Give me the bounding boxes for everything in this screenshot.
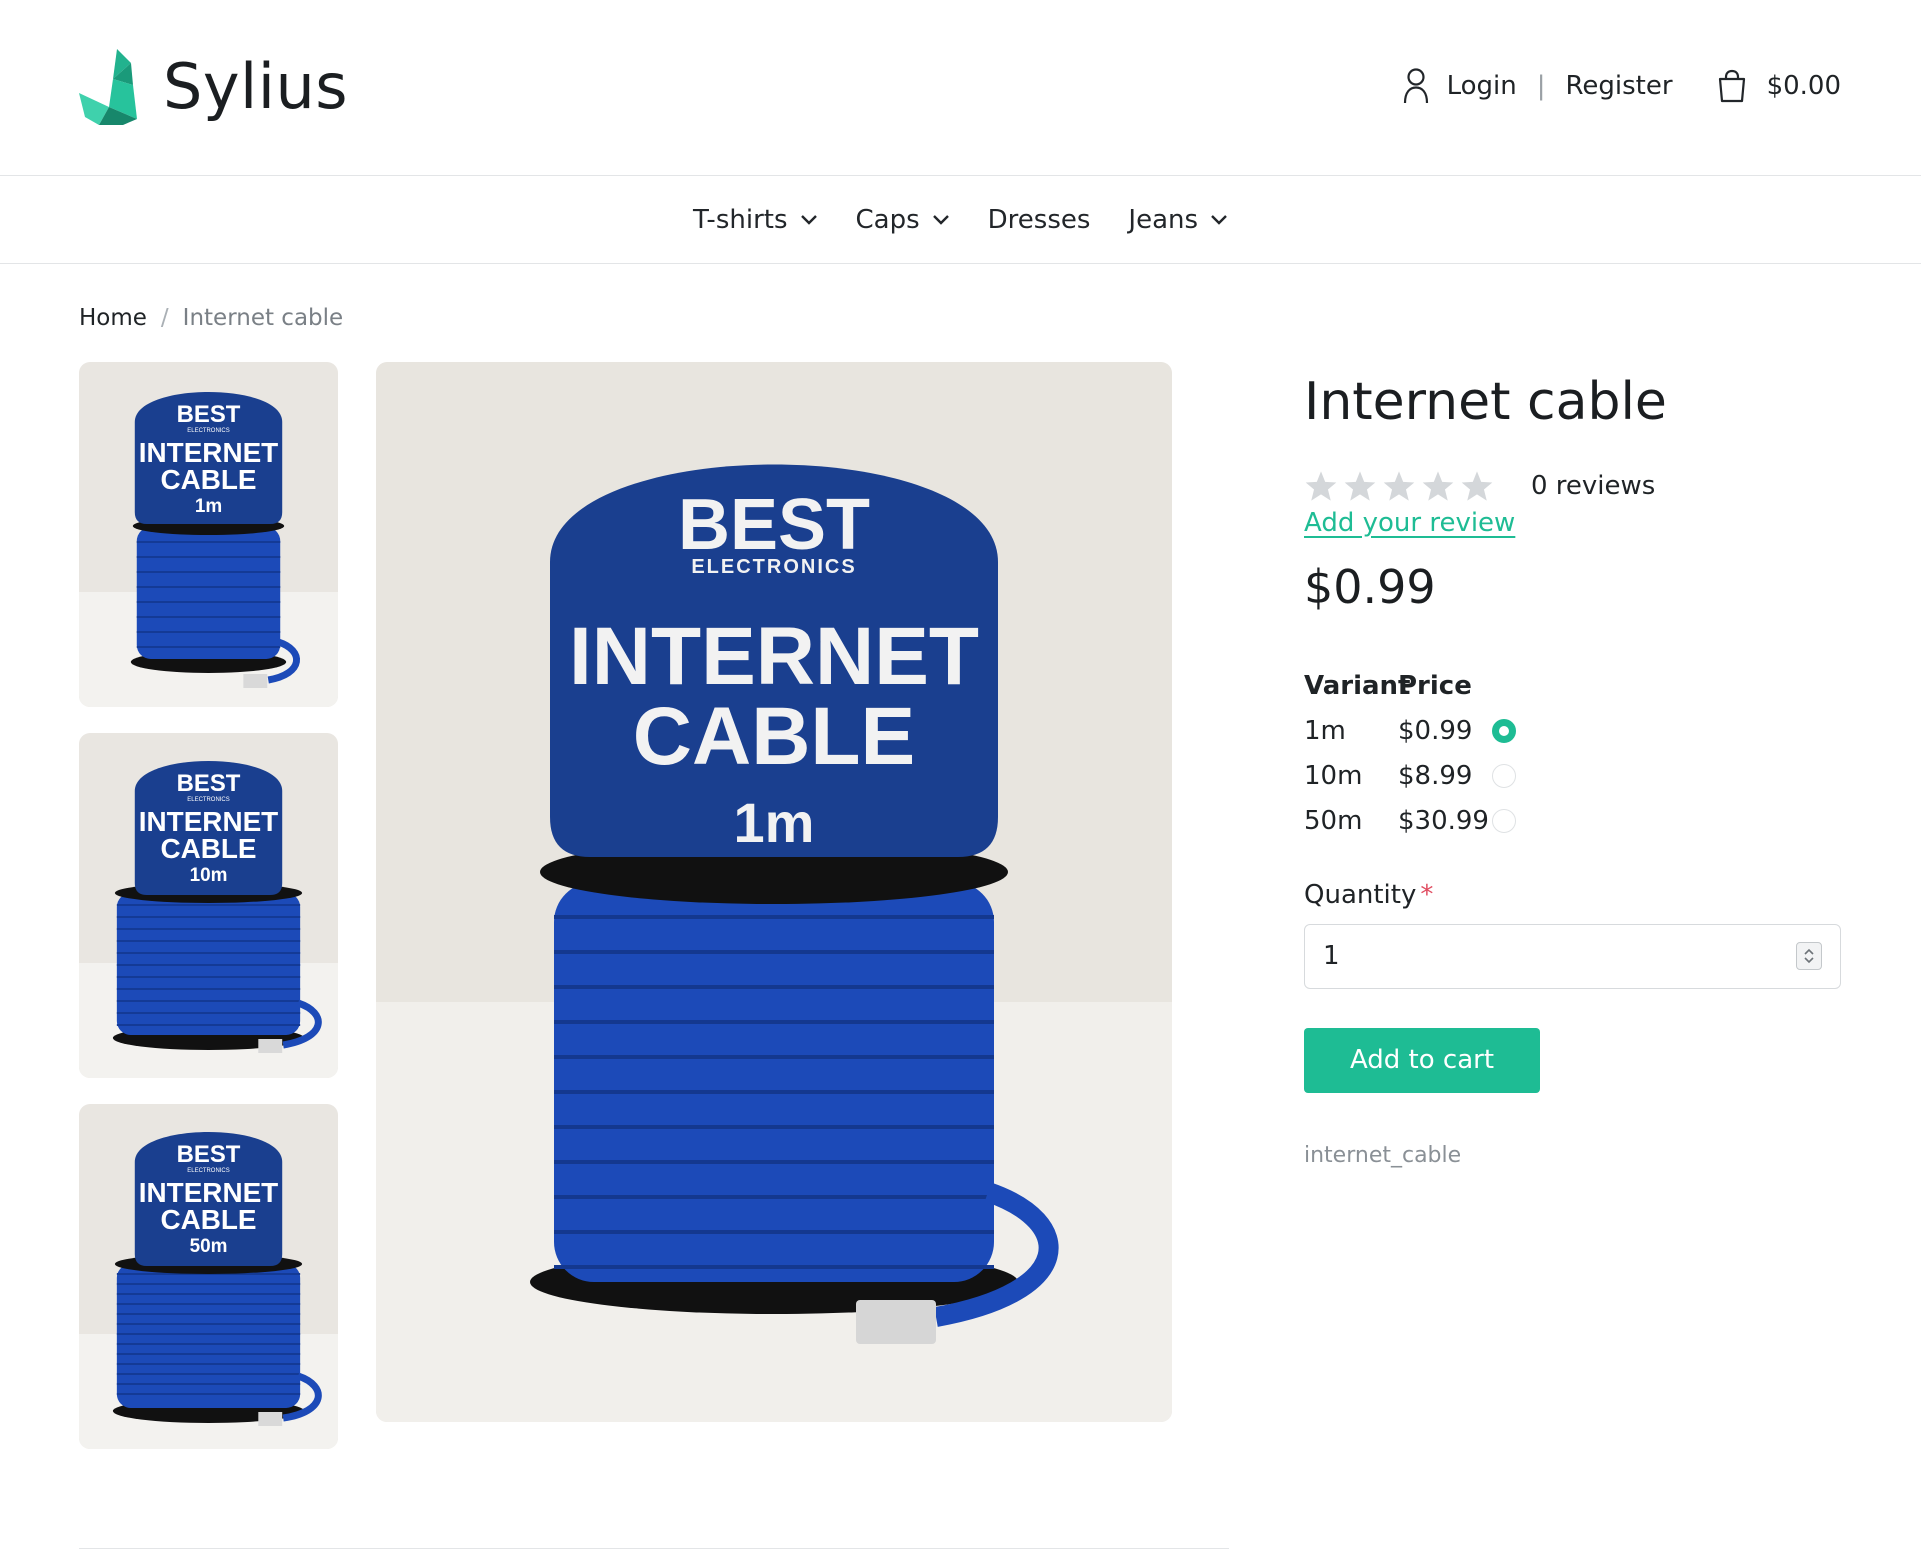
- quantity-stepper[interactable]: [1796, 942, 1822, 971]
- variant-price: $8.99: [1398, 761, 1473, 792]
- thumb-brand: BEST: [177, 770, 241, 797]
- breadcrumb-current: Internet cable: [182, 305, 344, 331]
- review-count: 0 reviews: [1531, 470, 1656, 501]
- main-length: 1m: [734, 791, 815, 854]
- main-sub: ELECTRONICS: [691, 556, 856, 578]
- variant-radio[interactable]: [1492, 809, 1516, 834]
- cable-spool-image: BEST ELECTRONICS INTERNET CABLE 10m: [79, 733, 338, 1078]
- main-line1: INTERNET: [569, 611, 979, 702]
- star-icon: [1461, 470, 1493, 501]
- variant-name: 50m: [1304, 806, 1363, 837]
- variant-radio[interactable]: [1492, 764, 1516, 789]
- star-icon: [1422, 470, 1454, 501]
- quantity-value: 1: [1323, 941, 1340, 972]
- star-icon: [1383, 470, 1415, 501]
- nav-item-dresses[interactable]: Dresses: [988, 205, 1091, 235]
- nav-item-label: Jeans: [1128, 204, 1199, 235]
- logo-text: Sylius: [163, 50, 349, 123]
- price-column-header: Price: [1398, 671, 1472, 702]
- product-thumbnail-10m[interactable]: BEST ELECTRONICS INTERNET CABLE 10m: [79, 733, 338, 1078]
- chevron-down-icon: [800, 214, 817, 225]
- main-brand: BEST: [678, 485, 870, 565]
- cable-spool-image: BEST ELECTRONICS INTERNET CABLE 1m: [79, 362, 338, 707]
- thumb-line2: CABLE: [160, 464, 256, 495]
- shopping-bag-icon: [1718, 69, 1745, 103]
- cart-button[interactable]: $0.00: [1717, 69, 1841, 103]
- login-link[interactable]: Login: [1447, 71, 1517, 101]
- cart-total: $0.00: [1766, 71, 1841, 101]
- breadcrumb: Home / Internet cable: [79, 305, 343, 331]
- register-link[interactable]: Register: [1566, 71, 1673, 101]
- add-review-link[interactable]: Add your review: [1304, 508, 1515, 538]
- login-register-separator: |: [1536, 71, 1546, 101]
- thumb-line2: CABLE: [160, 833, 256, 864]
- star-icon: [1344, 470, 1376, 501]
- variant-table-header: Variant Price: [1304, 664, 1841, 709]
- variant-name: 1m: [1304, 716, 1346, 747]
- thumb-sub: ELECTRONICS: [187, 797, 229, 803]
- quantity-label: Quantity *: [1304, 880, 1841, 910]
- thumb-brand: BEST: [177, 1141, 241, 1168]
- product-thumbnail-1m[interactable]: BEST ELECTRONICS INTERNET CABLE 1m: [79, 362, 338, 707]
- quantity-input[interactable]: 1: [1304, 923, 1841, 989]
- user-icon: [1403, 68, 1428, 104]
- variant-column-header: Variant: [1304, 671, 1411, 702]
- variant-price: $0.99: [1398, 716, 1473, 747]
- product-price: $0.99: [1304, 559, 1436, 614]
- thumb-length: 10m: [190, 865, 228, 886]
- star-rating: [1304, 470, 1499, 502]
- quantity-label-text: Quantity: [1304, 879, 1417, 910]
- variant-row-1m[interactable]: 1m $0.99: [1304, 709, 1841, 754]
- thumb-length: 1m: [195, 496, 222, 517]
- product-code: internet_cable: [1304, 1142, 1462, 1168]
- cable-spool-image: BEST ELECTRONICS INTERNET CABLE 1m: [376, 362, 1172, 1422]
- variant-price: $30.99: [1398, 806, 1489, 837]
- chevron-down-icon: [932, 214, 949, 225]
- nav-item-jeans[interactable]: Jeans: [1128, 205, 1228, 235]
- chevron-down-icon: [1211, 214, 1227, 225]
- breadcrumb-home[interactable]: Home: [79, 305, 147, 331]
- thumb-length: 50m: [190, 1236, 228, 1257]
- breadcrumb-separator: /: [160, 305, 169, 331]
- sylius-swan-icon: [79, 49, 137, 125]
- variant-row-10m[interactable]: 10m $8.99: [1304, 754, 1841, 799]
- product-thumbnail-50m[interactable]: BEST ELECTRONICS INTERNET CABLE 50m: [79, 1104, 338, 1449]
- thumb-brand: BEST: [177, 401, 241, 428]
- variant-radio[interactable]: [1492, 719, 1516, 744]
- product-info: Internet cable 0 reviews Add your review…: [1304, 375, 1841, 1168]
- main-line2: CABLE: [633, 691, 915, 782]
- thumb-sub: ELECTRONICS: [187, 428, 229, 434]
- nav-item-label: T-shirts: [692, 204, 788, 235]
- required-mark: *: [1420, 879, 1434, 910]
- add-to-cart-button[interactable]: Add to cart: [1304, 1027, 1540, 1093]
- product-main-image[interactable]: BEST ELECTRONICS INTERNET CABLE 1m: [376, 362, 1172, 1422]
- nav-item-tshirts[interactable]: T-shirts: [693, 205, 818, 235]
- variant-table: Variant Price 1m $0.99 10m $8.99 50m $30…: [1304, 664, 1841, 844]
- thumb-sub: ELECTRONICS: [187, 1168, 229, 1174]
- section-divider: [79, 1548, 1229, 1549]
- stepper-arrows-icon: [1804, 948, 1814, 964]
- variant-name: 10m: [1304, 761, 1363, 792]
- user-area: Login | Register $0.00: [1403, 68, 1841, 104]
- thumb-line2: CABLE: [160, 1204, 256, 1235]
- rating-row: 0 reviews: [1304, 470, 1841, 502]
- variant-row-50m[interactable]: 50m $30.99: [1304, 799, 1841, 844]
- site-header: Sylius Login | Register $0.00: [0, 0, 1921, 176]
- nav-item-label: Dresses: [987, 204, 1091, 235]
- star-icon: [1305, 470, 1337, 501]
- nav-item-label: Caps: [855, 204, 920, 235]
- main-navigation: T-shirts Caps Dresses Jeans: [0, 176, 1921, 264]
- product-title: Internet cable: [1304, 372, 1667, 432]
- logo[interactable]: Sylius: [79, 49, 348, 125]
- cable-spool-image: BEST ELECTRONICS INTERNET CABLE 50m: [79, 1104, 338, 1449]
- nav-item-caps[interactable]: Caps: [856, 205, 950, 235]
